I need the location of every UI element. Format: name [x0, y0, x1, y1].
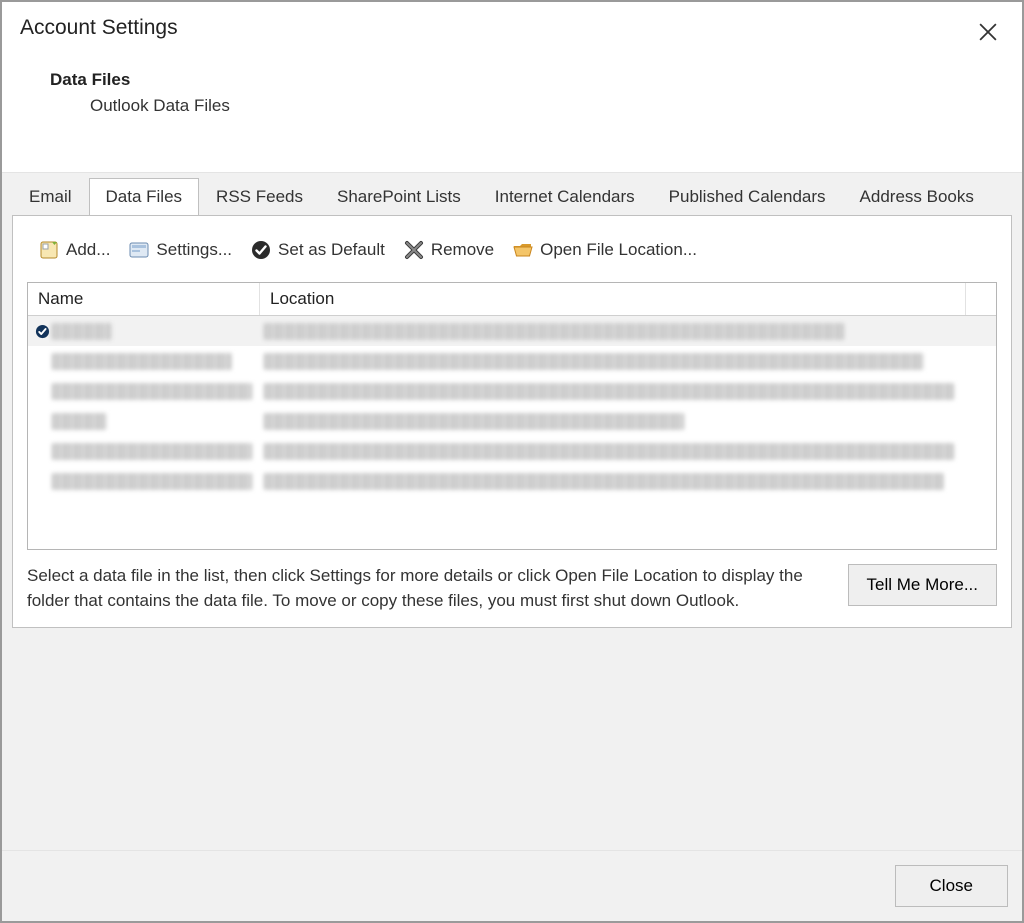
- dialog-title: Account Settings: [20, 16, 1004, 40]
- cell-location: [264, 323, 992, 340]
- table-row[interactable]: [28, 376, 996, 406]
- check-circle-icon: [35, 324, 50, 339]
- section-heading: Data Files: [50, 70, 1004, 90]
- open-file-location-label: Open File Location...: [540, 240, 697, 260]
- default-indicator: [32, 324, 52, 339]
- cell-location: [264, 383, 992, 400]
- redacted-text: [264, 383, 954, 400]
- cell-location: [264, 443, 992, 460]
- tell-me-more-button[interactable]: Tell Me More...: [848, 564, 997, 606]
- open-file-location-button[interactable]: Open File Location...: [507, 236, 702, 264]
- redacted-text: [52, 443, 252, 460]
- col-header-location[interactable]: Location: [260, 283, 966, 315]
- cell-name: [52, 353, 264, 370]
- close-dialog-button[interactable]: Close: [895, 865, 1008, 907]
- tab-address-books[interactable]: Address Books: [843, 178, 991, 215]
- table-row[interactable]: [28, 466, 996, 496]
- tabs-bar: Email Data Files RSS Feeds SharePoint Li…: [12, 172, 1012, 214]
- tab-panel-data-files: Add... Settings...: [12, 215, 1012, 628]
- add-button[interactable]: Add...: [33, 236, 115, 264]
- set-default-button[interactable]: Set as Default: [245, 236, 390, 264]
- redacted-text: [52, 473, 252, 490]
- delete-x-icon: [403, 239, 425, 261]
- folder-open-icon: [512, 239, 534, 261]
- cell-location: [264, 473, 992, 490]
- redacted-text: [264, 353, 924, 370]
- redacted-text: [264, 323, 844, 340]
- settings-button[interactable]: Settings...: [123, 236, 237, 264]
- redacted-text: [264, 413, 684, 430]
- settings-label: Settings...: [156, 240, 232, 260]
- table-row[interactable]: [28, 406, 996, 436]
- redacted-text: [264, 473, 944, 490]
- tab-email[interactable]: Email: [12, 178, 89, 215]
- col-header-name[interactable]: Name: [28, 283, 260, 315]
- tab-data-files[interactable]: Data Files: [89, 178, 200, 215]
- tab-rss-feeds[interactable]: RSS Feeds: [199, 178, 320, 215]
- redacted-text: [52, 413, 107, 430]
- set-default-label: Set as Default: [278, 240, 385, 260]
- dialog-header: Account Settings Data Files Outlook Data…: [2, 2, 1022, 116]
- close-button[interactable]: [968, 12, 1008, 52]
- check-circle-icon: [250, 239, 272, 261]
- settings-icon: [128, 239, 150, 261]
- redacted-text: [52, 323, 112, 340]
- close-icon: [979, 23, 997, 41]
- help-text: Select a data file in the list, then cli…: [27, 564, 828, 613]
- cell-name: [52, 443, 264, 460]
- add-label: Add...: [66, 240, 110, 260]
- tab-sharepoint-lists[interactable]: SharePoint Lists: [320, 178, 478, 215]
- cell-name: [52, 383, 264, 400]
- remove-label: Remove: [431, 240, 494, 260]
- content-spacer: [2, 739, 1022, 850]
- cell-location: [264, 353, 992, 370]
- cell-name: [52, 323, 264, 340]
- dialog-body: Email Data Files RSS Feeds SharePoint Li…: [2, 172, 1022, 739]
- table-header: Name Location: [28, 283, 996, 316]
- tab-internet-calendars[interactable]: Internet Calendars: [478, 178, 652, 215]
- table-row[interactable]: [28, 346, 996, 376]
- cell-name: [52, 473, 264, 490]
- tab-published-calendars[interactable]: Published Calendars: [652, 178, 843, 215]
- data-files-table: Name Location: [27, 282, 997, 550]
- redacted-text: [52, 353, 232, 370]
- col-header-end: [966, 283, 996, 315]
- dialog-footer: Close: [2, 850, 1022, 921]
- table-body: [28, 316, 996, 496]
- table-row[interactable]: [28, 316, 996, 346]
- account-settings-dialog: Account Settings Data Files Outlook Data…: [0, 0, 1024, 923]
- section-subheading: Outlook Data Files: [90, 96, 1004, 116]
- remove-button[interactable]: Remove: [398, 236, 499, 264]
- redacted-text: [52, 383, 252, 400]
- cell-name: [52, 413, 264, 430]
- toolbar: Add... Settings...: [27, 236, 997, 264]
- table-row[interactable]: [28, 436, 996, 466]
- help-row: Select a data file in the list, then cli…: [27, 564, 997, 613]
- add-icon: [38, 239, 60, 261]
- redacted-text: [264, 443, 954, 460]
- cell-location: [264, 413, 992, 430]
